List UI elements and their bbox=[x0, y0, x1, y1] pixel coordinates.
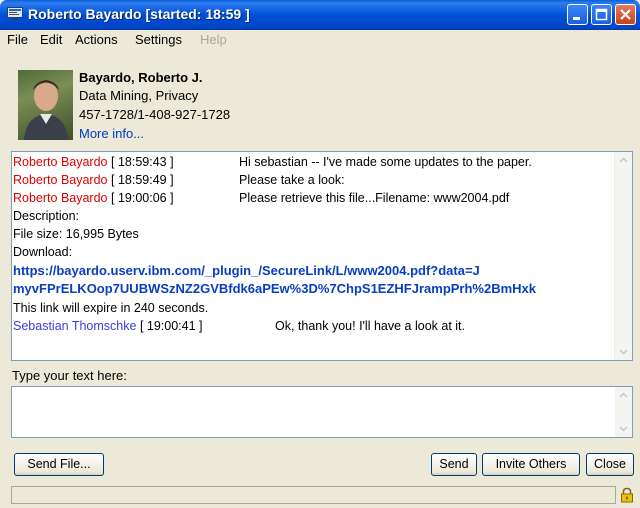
chat-window-icon bbox=[7, 7, 23, 20]
minimize-button[interactable] bbox=[567, 4, 588, 25]
message-row: Roberto Bayardo [ 19:00:06 ] Please retr… bbox=[13, 191, 509, 205]
menu-file[interactable]: File bbox=[7, 32, 28, 47]
message-row: Roberto Bayardo [ 18:59:49 ] Please take… bbox=[13, 173, 345, 187]
lock-icon bbox=[621, 487, 633, 503]
chevron-up-icon bbox=[619, 157, 628, 163]
message-text: Please retrieve this file...Filename: ww… bbox=[239, 191, 510, 205]
transcript-scrollbar[interactable] bbox=[614, 152, 632, 360]
menu-edit[interactable]: Edit bbox=[40, 32, 62, 47]
menu-help: Help bbox=[200, 32, 227, 47]
contact-photo bbox=[18, 70, 73, 140]
more-info-link[interactable]: More info... bbox=[79, 126, 144, 141]
chevron-up-icon bbox=[619, 392, 628, 398]
menu-actions[interactable]: Actions bbox=[75, 32, 118, 47]
message-text: Ok, thank you! I'll have a look at it. bbox=[275, 319, 465, 333]
message-sender: Sebastian Thomschke bbox=[13, 319, 137, 333]
message-time: [ 18:59:43 ] bbox=[111, 155, 174, 169]
invite-others-button[interactable]: Invite Others bbox=[482, 453, 580, 476]
chevron-down-icon bbox=[619, 426, 628, 432]
message-text: Hi sebastian -- I've made some updates t… bbox=[239, 155, 532, 169]
minimize-icon bbox=[573, 17, 580, 20]
message-time: [ 19:00:06 ] bbox=[111, 191, 174, 205]
input-scrollbar[interactable] bbox=[615, 387, 632, 437]
contact-department: Data Mining, Privacy bbox=[79, 88, 199, 103]
send-file-button[interactable]: Send File... bbox=[14, 453, 104, 476]
window-title: Roberto Bayardo [started: 18:59 ] bbox=[28, 6, 250, 22]
menu-settings[interactable]: Settings bbox=[135, 32, 182, 47]
message-input[interactable] bbox=[11, 386, 633, 438]
message-time: [ 19:00:41 ] bbox=[139, 319, 203, 333]
message-row: Sebastian Thomschke [ 19:00:41 ] Ok, tha… bbox=[13, 319, 465, 333]
close-window-button[interactable] bbox=[615, 4, 636, 25]
maximize-button[interactable] bbox=[591, 4, 612, 25]
menu-bar: File Edit Actions Settings Help bbox=[0, 30, 640, 49]
composer-label: Type your text here: bbox=[12, 368, 127, 383]
message-row: Roberto Bayardo [ 18:59:43 ] Hi sebastia… bbox=[13, 155, 532, 169]
message-sender: Roberto Bayardo bbox=[13, 173, 108, 187]
download-link-continued[interactable]: myvFPrELKOop7UUBWSzNZ2GVBfdk6aPEw%3D%7Ch… bbox=[13, 281, 536, 296]
message-text: Please take a look: bbox=[239, 173, 345, 187]
send-button[interactable]: Send bbox=[431, 453, 477, 476]
link-expire-note: This link will expire in 240 seconds. bbox=[13, 301, 209, 315]
download-label: Download: bbox=[13, 245, 73, 259]
chevron-down-icon bbox=[619, 349, 628, 355]
file-description: Description: bbox=[13, 209, 79, 223]
maximize-icon bbox=[595, 8, 608, 21]
scroll-down-button[interactable] bbox=[615, 343, 632, 360]
person-avatar-icon bbox=[24, 80, 68, 140]
download-link[interactable]: https://bayardo.userv.ibm.com/_plugin_/S… bbox=[13, 263, 480, 278]
chat-transcript[interactable]: Roberto Bayardo [ 18:59:43 ] Hi sebastia… bbox=[11, 151, 633, 361]
contact-name: Bayardo, Roberto J. bbox=[79, 70, 203, 85]
message-sender: Roberto Bayardo bbox=[13, 191, 108, 205]
file-size: File size: 16,995 Bytes bbox=[13, 227, 139, 241]
message-sender: Roberto Bayardo bbox=[13, 155, 108, 169]
scroll-up-button[interactable] bbox=[615, 152, 632, 169]
close-button[interactable]: Close bbox=[586, 453, 634, 476]
status-bar bbox=[11, 486, 616, 504]
contact-phone: 457-1728/1-408-927-1728 bbox=[79, 107, 231, 122]
close-icon bbox=[620, 9, 631, 20]
message-time: [ 18:59:49 ] bbox=[111, 173, 174, 187]
